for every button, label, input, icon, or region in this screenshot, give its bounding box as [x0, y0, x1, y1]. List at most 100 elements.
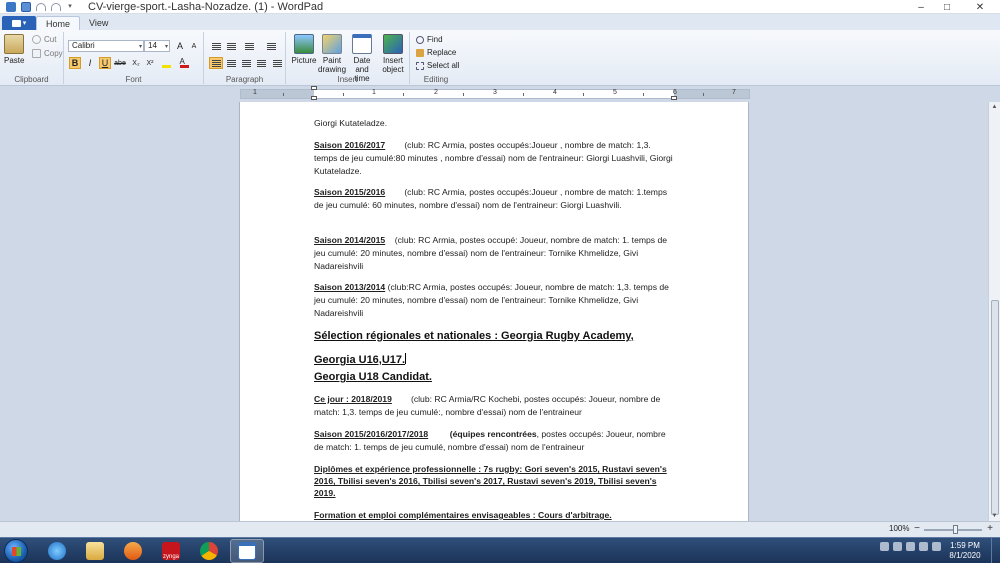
shrink-font-button[interactable]: A [188, 40, 200, 52]
scissors-icon [32, 35, 41, 44]
zoom-in-button[interactable]: + [984, 523, 996, 535]
season-heading: Saison 2014/2015 [314, 235, 386, 245]
paragraph: Saison 2014/2015 (club: RC Armia, postes… [314, 234, 674, 273]
text-color-button[interactable]: A [178, 57, 190, 69]
replace-button[interactable]: Replace [416, 48, 456, 57]
paragraph: Saison 2013/2014 (club:RC Armia, postes … [314, 281, 674, 320]
ruler[interactable]: 1 1 2 3 4 5 6 7 [240, 86, 750, 100]
section-heading: Georgia U16,U17. [314, 353, 407, 366]
volume-icon[interactable] [919, 542, 928, 551]
start-button[interactable] [4, 539, 28, 563]
minimize-button[interactable]: – [908, 0, 934, 14]
chevron-down-icon: ▾ [138, 44, 142, 50]
select-all-button[interactable]: Select all [416, 61, 459, 70]
save-icon[interactable] [21, 1, 31, 12]
tab-view[interactable]: View [80, 16, 117, 30]
replace-icon [416, 48, 424, 57]
scroll-down-icon[interactable]: ▼ [989, 511, 1000, 521]
increase-indent-button[interactable] [224, 40, 238, 52]
justify-icon [256, 59, 266, 67]
justify-button[interactable] [254, 57, 268, 69]
insert-object-button[interactable]: Insert object [378, 34, 408, 74]
network-icon[interactable] [906, 542, 915, 551]
undo-icon[interactable] [36, 2, 46, 11]
redo-icon[interactable] [51, 2, 61, 11]
font-size-select[interactable]: 14 ▾ [144, 40, 170, 52]
taskbar-chrome[interactable] [192, 539, 226, 563]
tab-home[interactable]: Home [36, 16, 81, 30]
document-page[interactable]: Giorgi Kutateladze. Saison 2016/2017 (cl… [239, 102, 749, 521]
line-spacing-button[interactable] [262, 40, 280, 52]
ruler-number: 6 [673, 89, 677, 96]
show-desktop-button[interactable] [991, 538, 1000, 563]
zoom-slider-handle[interactable] [953, 525, 958, 534]
customize-toolbar-icon[interactable]: ▾ [66, 3, 74, 11]
taskbar-media-player[interactable] [116, 539, 150, 563]
grow-font-button[interactable]: A [174, 40, 186, 52]
align-center-button[interactable] [224, 57, 238, 69]
paragraph: Saison 2015/2016/2017/2018 (équipes renc… [314, 428, 674, 454]
bold-button[interactable]: B [69, 57, 81, 69]
ruler-number: 2 [434, 89, 438, 96]
taskbar-clock[interactable]: 1:59 PM 8/1/2020 [945, 541, 985, 561]
paragraph-dialog-button[interactable] [270, 57, 284, 69]
ruler-number: 1 [372, 89, 376, 96]
ruler-tick [283, 93, 284, 96]
strikethrough-button[interactable]: abe [114, 57, 126, 69]
season-heading: Ce jour : 2018/2019 [314, 394, 392, 404]
picture-button[interactable]: Picture [290, 34, 318, 65]
paint-drawing-button[interactable]: Paint drawing [318, 34, 346, 74]
copy-button[interactable]: Copy [32, 49, 63, 58]
align-left-button[interactable] [209, 57, 223, 69]
cut-button[interactable]: Cut [32, 35, 56, 44]
font-group: Calibri ▾ 14 ▾ A A B I U abe X₂ X² A Fon… [64, 32, 204, 84]
taskbar-wordpad[interactable] [230, 539, 264, 563]
find-button[interactable]: Find [416, 35, 443, 44]
right-indent-marker[interactable] [671, 96, 677, 100]
copy-icon [32, 49, 41, 58]
zoom-out-button[interactable]: − [911, 523, 923, 535]
left-indent-marker[interactable] [311, 96, 317, 100]
ruler-number: 7 [732, 89, 736, 96]
file-menu-button[interactable]: ▾ [2, 16, 36, 30]
taskbar-zynga[interactable]: zynga [154, 539, 188, 563]
taskbar-internet-explorer[interactable] [40, 539, 74, 563]
ruler-right-margin [674, 90, 749, 98]
paste-button[interactable]: Paste [4, 34, 24, 65]
ribbon-tabs: ▾ Home View [0, 14, 1000, 30]
wordpad-app-icon[interactable] [6, 1, 16, 12]
align-center-icon [226, 59, 236, 67]
season-heading: Saison 2015/2016 [314, 187, 386, 197]
paragraph-icon [272, 59, 282, 67]
close-button[interactable]: ✕ [960, 0, 1000, 14]
font-family-select[interactable]: Calibri ▾ [68, 40, 144, 52]
highlight-color-button[interactable] [160, 57, 172, 69]
align-right-icon [241, 59, 251, 67]
italic-button[interactable]: I [84, 57, 96, 69]
maximize-button[interactable]: □ [934, 0, 960, 14]
taskbar-file-explorer[interactable] [78, 539, 112, 563]
text-color-icon: A [179, 57, 189, 68]
underline-button[interactable]: U [99, 57, 111, 69]
paragraph: Saison 2016/2017 (club: RC Armia, postes… [314, 139, 674, 178]
action-center-icon[interactable] [893, 542, 902, 551]
decrease-indent-button[interactable] [209, 40, 223, 52]
superscript-button[interactable]: X² [144, 57, 156, 69]
line-spacing-icon [266, 42, 276, 50]
paste-icon [4, 34, 25, 54]
scroll-up-icon[interactable]: ▲ [989, 102, 1000, 112]
first-line-indent-marker[interactable] [311, 86, 317, 90]
editing-group: Find Replace Select all Editing [410, 32, 462, 84]
ruler-left-margin [241, 90, 314, 98]
bullets-button[interactable] [240, 40, 258, 52]
subscript-button[interactable]: X₂ [130, 57, 142, 69]
season-heading: Saison 2015/2016/2017/2018 [314, 429, 429, 439]
document-area[interactable]: Giorgi Kutateladze. Saison 2016/2017 (cl… [0, 102, 988, 521]
season-bold-text: (équipes rencontrées [449, 429, 537, 439]
show-hidden-icons-icon[interactable] [880, 542, 889, 551]
battery-icon[interactable] [932, 542, 941, 551]
align-right-button[interactable] [239, 57, 253, 69]
vertical-scrollbar[interactable]: ▲ ▼ [988, 102, 1000, 521]
season-heading: Saison 2016/2017 [314, 140, 386, 150]
scroll-thumb[interactable] [991, 300, 999, 515]
